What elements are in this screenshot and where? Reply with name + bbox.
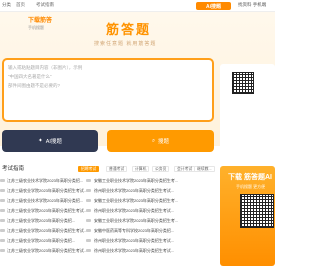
ai-search-logo[interactable]: Ai搜题 <box>196 2 231 10</box>
list-item[interactable]: 安徽工业职业技术学院2023年高职分类招生考... <box>84 218 208 224</box>
list-item[interactable]: 江苏三级农业学院2023年高职分类招生考试... <box>0 228 96 234</box>
download-subtitle: 手机搜题 <box>28 25 44 30</box>
nav-exam-guide[interactable]: 考试指南 <box>36 2 54 8</box>
list-item[interactable]: 江苏三级农业学院2023年高职分类招生考试... <box>0 208 96 214</box>
search-label: 搜题 <box>158 139 170 145</box>
download-title-prefix: 下载 <box>28 18 41 24</box>
question-input[interactable]: 输入或粘贴题目内容（非图片），示例 “中国四大名著是什么” 部件间图由题不是必要… <box>2 58 214 122</box>
nav-home[interactable]: 首页 <box>16 2 25 8</box>
tab-continuing[interactable]: 继续教... <box>194 166 215 172</box>
list-item[interactable]: 徐州职业技术学院2023年高职分类招生考试... <box>84 208 208 214</box>
list-item[interactable]: 江苏三级农业学院2023年高职分类招生考试... <box>0 248 96 254</box>
brand-subtitle: 搜索任意题 就用筋答题 <box>94 41 157 47</box>
placeholder-line-3: 部件间图由题不是必要的? <box>8 83 61 88</box>
tab-accounting[interactable]: 会计考试 <box>174 166 196 172</box>
top-right-links[interactable]: 找资料 手机端 <box>238 2 266 8</box>
list-item[interactable]: 江苏三级农业学院2023年高职分类招生考试... <box>0 188 96 194</box>
banner-title: 下载 筋答题AI <box>228 174 272 181</box>
list-item[interactable]: 江苏三级农业学院2023年高职分类招... <box>0 218 96 224</box>
list-item[interactable]: 江苏三级农业学院2023年高职分类招... <box>0 238 96 244</box>
brand-title: 筋答题 <box>106 22 152 37</box>
ai-search-label: AI搜题 <box>45 139 62 145</box>
placeholder-line-2: “中国四大名著是什么” <box>8 74 52 79</box>
list-item[interactable]: 江苏三级农业技术学院2023年高职分类招... <box>0 178 96 184</box>
list-item[interactable]: 徐州职业技术学院2023年高职分类招生考试... <box>84 238 208 244</box>
list-item[interactable]: 徐州职业技术学院2023年高职分类招生考试... <box>84 248 208 254</box>
exam-guide-title: 考试指南 <box>2 166 25 172</box>
placeholder-line-1: 输入或粘贴题目内容（非图片），示例 <box>8 65 83 70</box>
qr-code-icon <box>240 194 274 228</box>
search-icon: ⌕ <box>151 137 156 144</box>
search-button[interactable]: ⌕ 搜题 <box>107 130 214 152</box>
download-title: 下载筋答 <box>28 15 52 24</box>
list-item[interactable]: 安徽工业职业技术学院2023年高职分类招生考... <box>84 178 208 184</box>
ai-search-button[interactable]: ✦ AI搜题 <box>2 130 98 152</box>
list-item[interactable]: 安徽工业职业技术学院2023年高职分类招生考... <box>84 198 208 204</box>
qr-code-icon <box>232 72 254 94</box>
tab-recruitment[interactable]: 招聘考试 <box>78 166 100 172</box>
tab-civil-service[interactable]: 公务员 <box>152 166 170 172</box>
nav-category[interactable]: 分类 <box>2 2 11 8</box>
tab-general[interactable]: 普通考试 <box>106 166 128 172</box>
download-title-accent: 筋答 <box>40 18 53 24</box>
tab-computer[interactable]: 计算机 <box>132 166 150 172</box>
list-item[interactable]: 安徽中医药高等专科学校2023年高职分类招... <box>84 228 208 234</box>
list-item[interactable]: 江苏三级农业技术学院2023年高职分类招... <box>0 198 96 204</box>
banner-subtitle: 手机搜题 更方便 <box>236 184 266 189</box>
top-bar: 分类 首页 考试指南 Ai搜题 找资料 手机端 <box>0 0 275 12</box>
list-item[interactable]: 徐州职业技术学院2023年高职分类招生考试... <box>84 188 208 194</box>
ai-icon: ✦ <box>38 138 43 144</box>
